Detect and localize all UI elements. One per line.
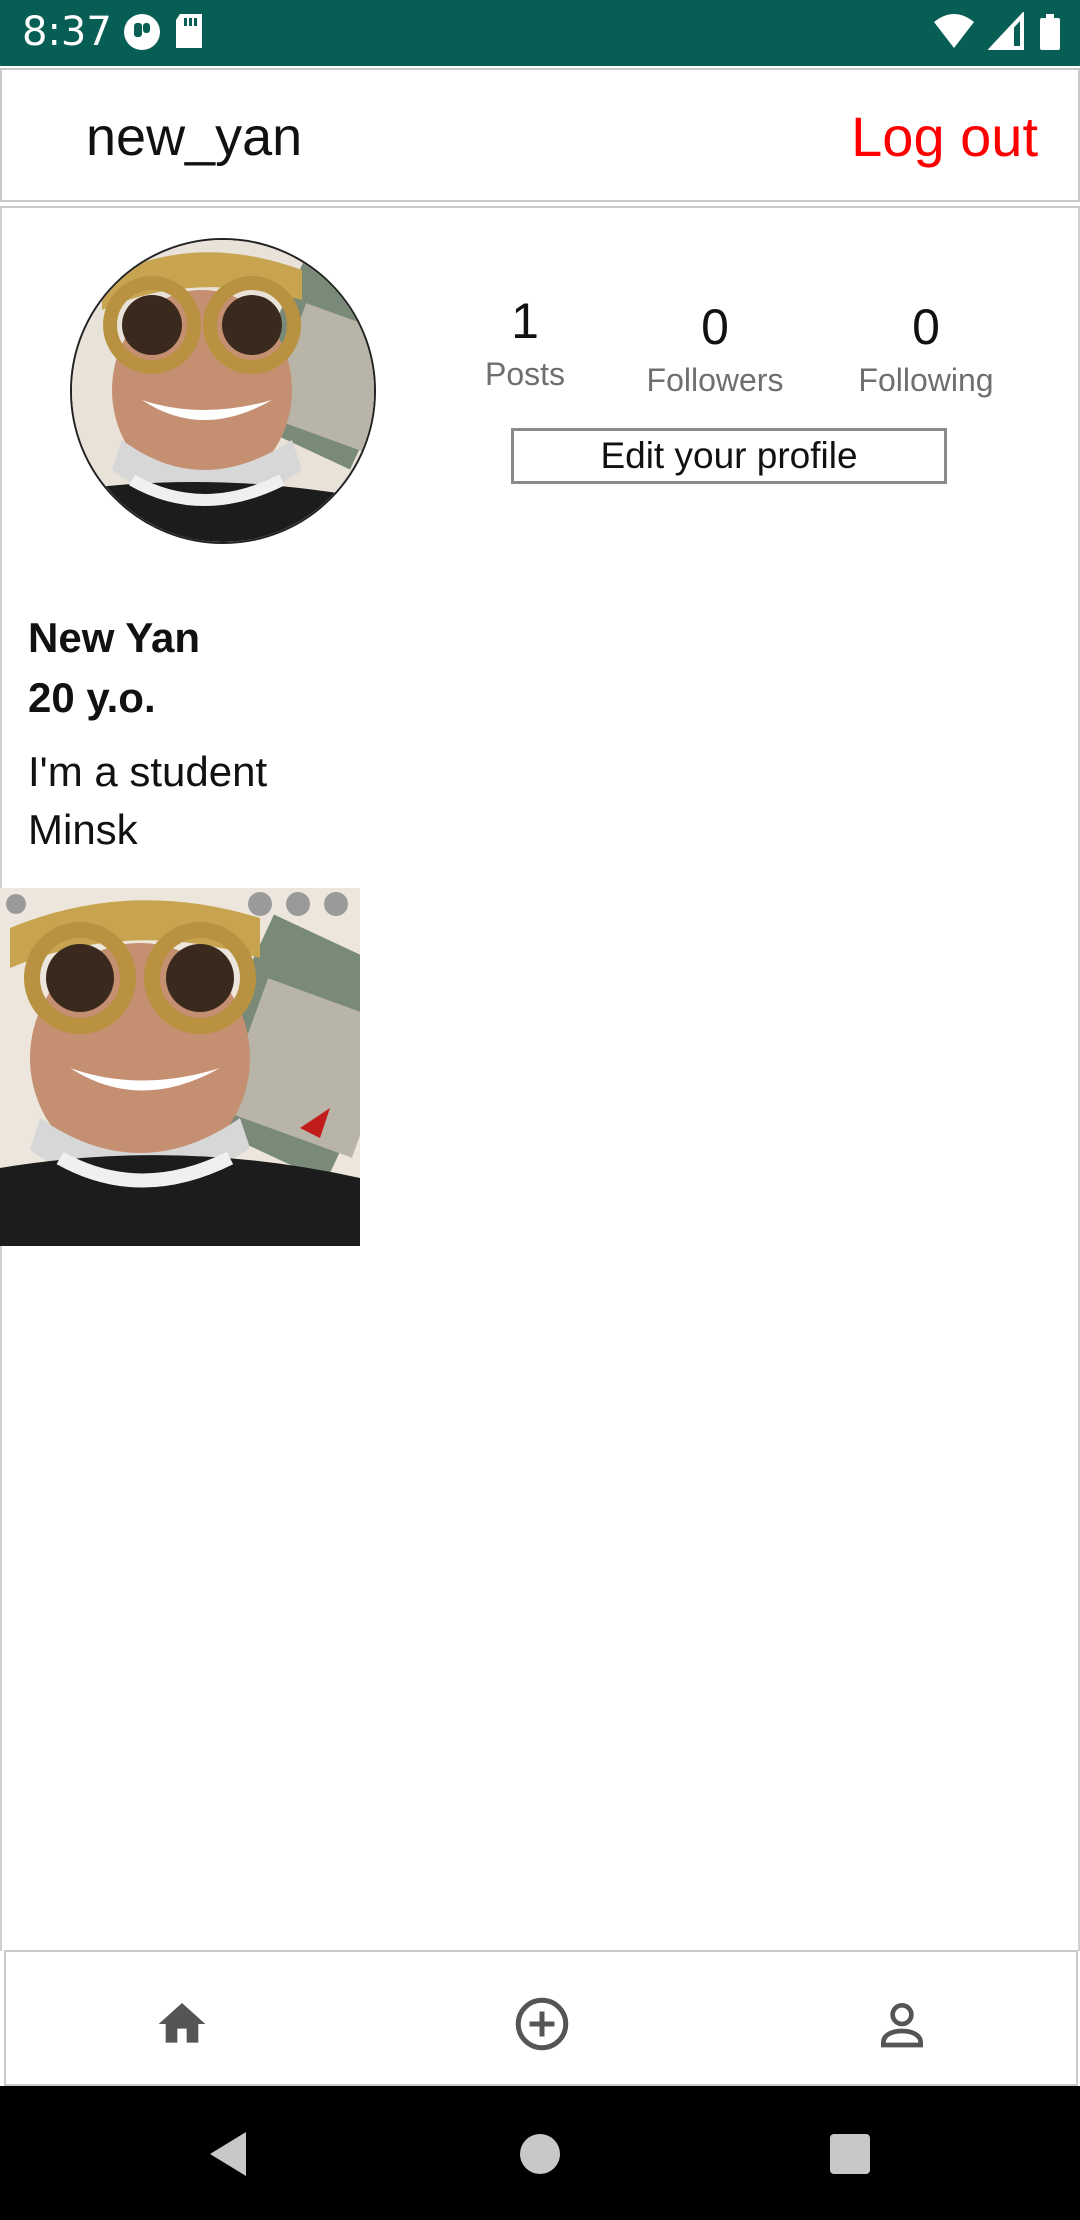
nav-home-button[interactable]	[152, 1994, 212, 2054]
header-username: new_yan	[86, 107, 303, 167]
post-photo	[0, 888, 360, 1246]
following-count: 0	[912, 299, 940, 355]
sd-card-icon	[172, 12, 206, 57]
profile-name: New Yan	[28, 614, 200, 661]
bottom-navigation	[4, 1950, 1078, 2086]
profile-city: Minsk	[28, 806, 138, 853]
nav-profile-button[interactable]	[872, 1994, 932, 2054]
system-home-button[interactable]	[508, 2122, 572, 2186]
followers-label: Followers	[646, 362, 784, 398]
battery-icon	[1038, 12, 1062, 57]
followers-count: 0	[701, 299, 729, 355]
system-recents-button[interactable]	[818, 2122, 882, 2186]
following-stat[interactable]: 0 Following	[846, 298, 1006, 399]
system-back-button[interactable]	[200, 2122, 264, 2186]
edit-profile-button[interactable]: Edit your profile	[511, 428, 947, 484]
person-icon	[881, 2003, 923, 2048]
home-icon	[158, 2003, 206, 2043]
post-thumbnail[interactable]	[0, 888, 360, 1246]
following-label: Following	[858, 362, 994, 398]
home-circle-icon	[520, 2134, 560, 2174]
add-circle-icon	[515, 1997, 569, 2051]
profile-description: I'm a student	[28, 748, 268, 795]
nav-add-post-button[interactable]	[512, 1994, 572, 2054]
back-icon	[210, 2132, 246, 2176]
status-right-icons	[932, 10, 1062, 57]
messaging-app-icon	[122, 12, 162, 57]
profile-avatar[interactable]	[70, 238, 376, 544]
wifi-icon	[932, 12, 976, 57]
profile-photo	[72, 240, 374, 542]
cell-signal-icon	[987, 10, 1026, 57]
posts-stat: 1 Posts	[470, 292, 580, 393]
posts-label: Posts	[484, 356, 566, 392]
followers-stat[interactable]: 0 Followers	[630, 298, 800, 399]
system-navigation-bar	[0, 2086, 1080, 2220]
status-bar: 8:37	[0, 0, 1080, 66]
recents-icon	[830, 2134, 870, 2174]
status-left-icons	[122, 12, 206, 57]
logout-button[interactable]: Log out	[851, 104, 1038, 169]
profile-age: 20 y.o.	[28, 674, 156, 721]
status-time: 8:37	[22, 9, 112, 55]
app-header: new_yan Log out	[0, 68, 1080, 202]
posts-count: 1	[511, 293, 539, 349]
